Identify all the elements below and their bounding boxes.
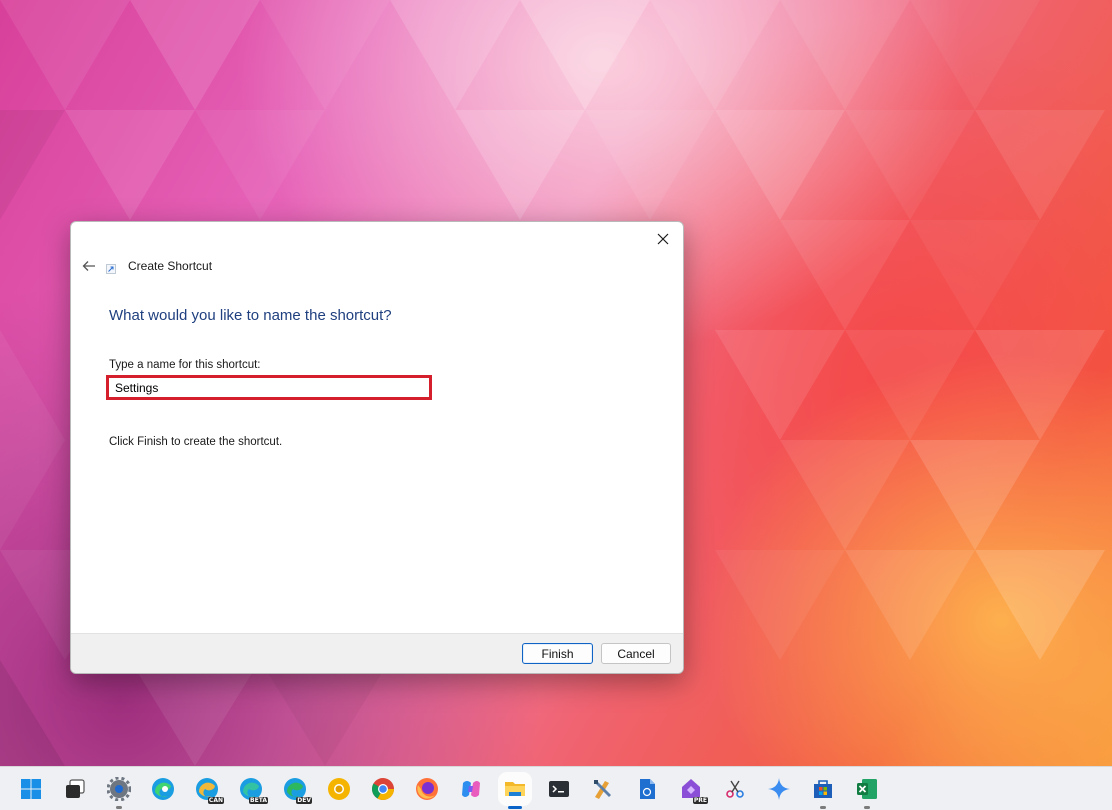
taskbar-power-automate[interactable]: PRE [678, 776, 708, 804]
cancel-button[interactable]: Cancel [601, 643, 671, 664]
active-indicator [508, 806, 522, 809]
taskbar-firefox[interactable] [414, 776, 440, 802]
tools-icon [594, 780, 611, 799]
start-button[interactable] [18, 776, 44, 802]
chrome-icon [372, 778, 394, 800]
name-field-highlight [106, 375, 432, 400]
document-icon [640, 779, 655, 799]
task-view-button[interactable] [62, 776, 88, 802]
copilot-icon [462, 781, 480, 797]
task-view-icon [66, 779, 85, 798]
taskbar-edge-beta[interactable]: BETA [238, 776, 268, 804]
taskbar-sparkle-app[interactable] [766, 776, 792, 802]
running-indicator [864, 806, 870, 809]
taskbar: CAN BETA DEV PRE [0, 766, 1112, 810]
edge-dev-badge: DEV [296, 797, 312, 804]
shortcut-icon [106, 264, 116, 274]
name-field-label: Type a name for this shortcut: [109, 359, 261, 371]
edge-canary-badge: CAN [207, 797, 224, 804]
excel-icon [857, 779, 877, 799]
taskbar-file-explorer[interactable] [502, 776, 528, 809]
finish-button[interactable]: Finish [522, 643, 593, 664]
taskbar-copilot[interactable] [458, 776, 484, 802]
taskbar-terminal[interactable] [546, 776, 572, 802]
close-button[interactable] [649, 226, 677, 252]
running-indicator [820, 806, 826, 809]
terminal-icon [549, 781, 569, 797]
dialog-title: Create Shortcut [128, 259, 213, 273]
page-heading: What would you like to name the shortcut… [109, 307, 392, 324]
dialog-footer: Finish Cancel [71, 633, 683, 673]
file-explorer-icon [505, 782, 525, 796]
finish-instruction: Click Finish to create the shortcut. [109, 436, 283, 448]
taskbar-chrome[interactable] [370, 776, 396, 802]
sparkle-icon [768, 778, 790, 800]
taskbar-snipping-tool[interactable] [722, 776, 748, 802]
edge-icon [152, 778, 174, 800]
taskbar-chrome-canary[interactable] [326, 776, 352, 802]
taskbar-edge[interactable] [150, 776, 176, 802]
store-icon [814, 780, 832, 798]
edge-beta-badge: BETA [249, 797, 268, 804]
chrome-canary-icon [328, 778, 350, 800]
settings-gear-icon [107, 777, 131, 801]
taskbar-tools[interactable] [590, 776, 616, 802]
firefox-icon [416, 778, 438, 800]
taskbar-store[interactable] [810, 776, 836, 809]
start-icon [21, 779, 41, 799]
taskbar-settings[interactable] [106, 776, 132, 809]
running-indicator [116, 806, 122, 809]
taskbar-excel[interactable] [854, 776, 880, 809]
taskbar-edge-canary[interactable]: CAN [194, 776, 224, 804]
power-automate-badge: PRE [692, 797, 708, 804]
create-shortcut-dialog: Create Shortcut What would you like to n… [70, 221, 684, 674]
taskbar-document[interactable] [634, 776, 660, 802]
taskbar-edge-dev[interactable]: DEV [282, 776, 312, 804]
shortcut-name-input[interactable] [109, 378, 429, 397]
back-arrow-icon [82, 261, 95, 271]
snipping-tool-icon [726, 780, 744, 798]
back-button[interactable] [77, 256, 101, 276]
close-icon [657, 233, 669, 245]
